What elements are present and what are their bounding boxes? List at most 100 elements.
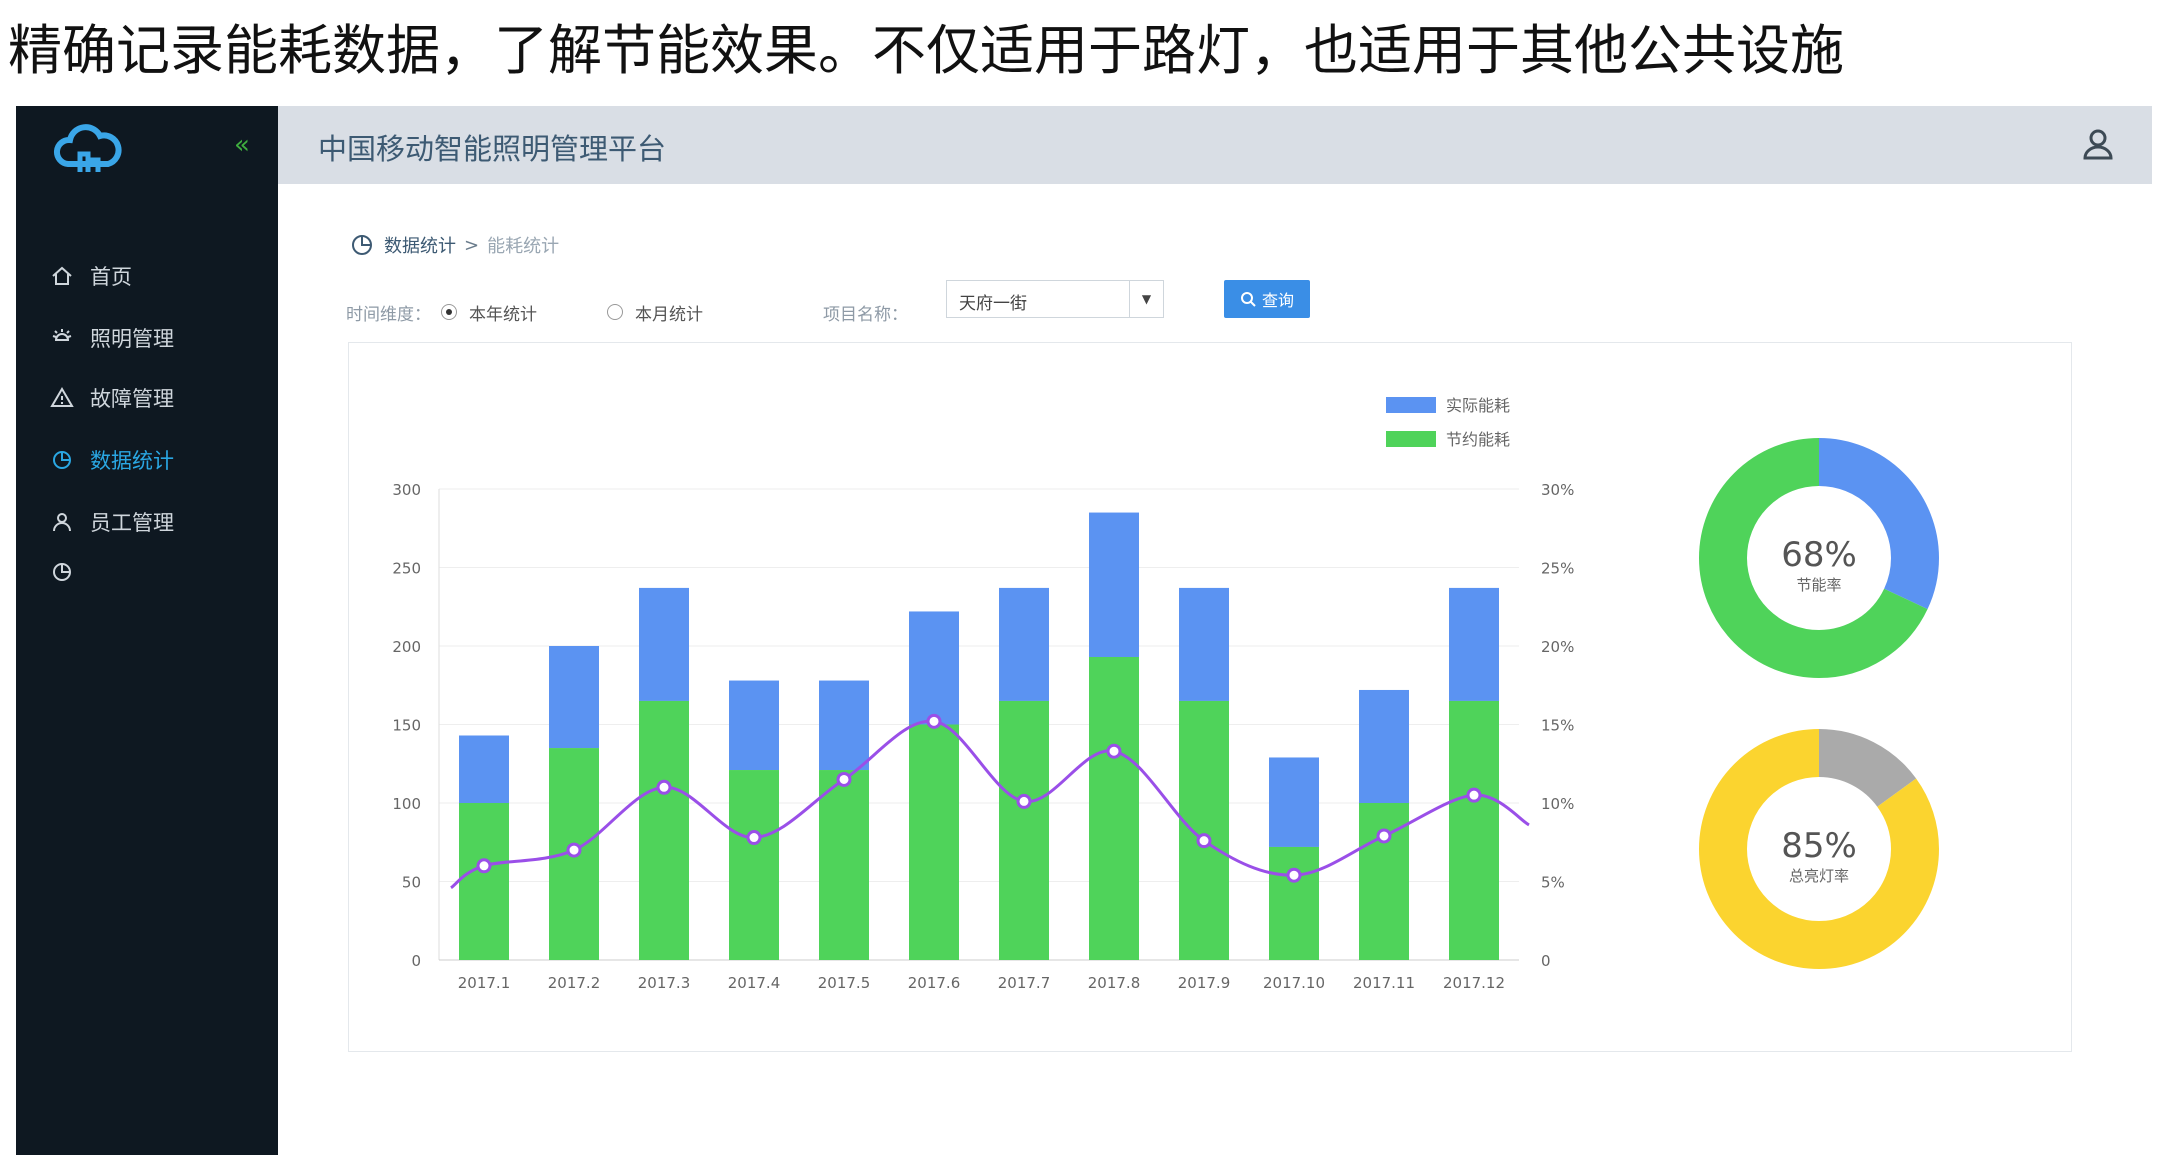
rate-point-2017.12 [1466,787,1482,803]
bar-actual-2017.3 [639,587,689,701]
sidebar-item-label: 故障管理 [90,387,174,411]
x-tick-label: 2017.8 [1088,974,1141,992]
sidebar-item-home[interactable]: 首页 [48,256,132,296]
radio-dot [607,304,623,320]
page-title: 中国移动智能照明管理平台 [318,132,667,166]
y-tick-label: 250 [392,560,421,578]
bar-actual-2017.12 [1449,587,1499,701]
header-bar: 中国移动智能照明管理平台 [278,106,2152,184]
filter-bar: 时间维度： 本年统计 本月统计 项目名称： [346,292,908,332]
account-icon[interactable] [2080,126,2116,162]
breadcrumb-current: 能耗统计 [487,236,560,257]
bar-actual-2017.10 [1269,757,1319,847]
x-tick-label: 2017.7 [998,974,1051,992]
sidebar-item-label: 首页 [90,265,132,289]
radio-year[interactable]: 本年统计 [441,300,537,325]
sidebar-item-faults[interactable]: 故障管理 [48,378,174,418]
sidebar-item-staff[interactable]: 员工管理 [48,502,174,542]
y2-tick-label: 5% [1541,874,1565,892]
rate-point-2017.11 [1376,828,1392,844]
rate-point-2017.1 [476,858,492,874]
x-tick-label: 2017.12 [1443,974,1505,992]
bar-saved-2017.1 [459,803,509,960]
user-icon [48,508,76,536]
legend-label-actual: 实际能耗 [1446,396,1510,415]
project-name-label: 项目名称： [823,304,908,325]
y2-tick-label: 15% [1541,717,1574,735]
lighting-rate-donut-value: 85% [1781,826,1857,866]
time-dimension-label: 时间维度： [346,304,431,325]
project-select-value: 天府一街 [959,294,1027,314]
app-window: « 首页 照明管理 故障管理 数据统计 员工管理 中国移动智能照明管理平台 数据… [16,106,2152,1155]
rate-point-2017.10 [1286,867,1302,883]
search-icon [1240,291,1256,307]
y-tick-label: 50 [402,874,421,892]
project-select[interactable]: 天府一街 ▼ [946,280,1164,318]
y-tick-label: 150 [392,717,421,735]
bar-actual-2017.9 [1179,587,1229,701]
lighting-rate-donut-label: 总亮灯率 [1789,867,1849,885]
chevron-down-icon[interactable]: ▼ [1129,281,1163,317]
bar-saved-2017.10 [1269,846,1319,960]
legend-swatch-actual [1386,397,1436,413]
radio-year-label: 本年统计 [469,304,537,325]
sidebar: « 首页 照明管理 故障管理 数据统计 员工管理 [16,106,278,1155]
y2-tick-label: 20% [1541,638,1574,656]
rate-point-2017.7 [1016,793,1032,809]
collapse-sidebar-button[interactable]: « [234,130,250,160]
energy-saving-donut-value: 68% [1781,535,1857,575]
bar-saved-2017.3 [639,700,689,960]
y-tick-label: 200 [392,638,421,656]
energy-chart: 0 50 100 150 200 250 300 0 5% 10% 15% 20% 25% 30% 2017… [392,396,1939,992]
y2-tick-label: 25% [1541,560,1574,578]
bar-actual-2017.1 [459,735,509,803]
bar-actual-2017.4 [729,680,779,771]
radio-month[interactable]: 本月统计 [607,300,703,325]
x-tick-label: 2017.6 [908,974,961,992]
pie-icon [350,233,374,257]
rate-point-2017.4 [746,830,762,846]
home-icon [48,262,76,290]
chart-panel: 0 50 100 150 200 250 300 0 5% 10% 15% 20% 25% 30% 2017… [348,342,2072,1052]
radio-month-label: 本月统计 [635,304,703,325]
breadcrumb-separator: > [464,234,480,256]
y-tick-label: 300 [392,481,421,499]
legend-label-saved: 节约能耗 [1446,430,1510,449]
breadcrumb-parent[interactable]: 数据统计 [384,232,456,258]
rate-point-2017.9 [1196,833,1212,849]
x-tick-label: 2017.1 [458,974,511,992]
bar-saved-2017.5 [819,770,869,960]
main-content: 数据统计 > 能耗统计 时间维度： 本年统计 本月统计 项目名称： 天府一街 ▼… [278,184,2152,1155]
x-tick-label: 2017.9 [1178,974,1231,992]
bar-saved-2017.12 [1449,700,1499,960]
x-tick-label: 2017.5 [818,974,871,992]
breadcrumb: 数据统计 > 能耗统计 [350,232,559,258]
y2-tick-label: 10% [1541,795,1574,813]
sidebar-item-statistics[interactable]: 数据统计 [48,440,174,480]
bar-saved-2017.7 [999,700,1049,960]
query-button[interactable]: 查询 [1224,280,1310,318]
y2-tick-label: 30% [1541,481,1574,499]
sidebar-item-lighting[interactable]: 照明管理 [48,318,174,358]
x-tick-label: 2017.11 [1353,974,1415,992]
bar-saved-2017.4 [729,770,779,960]
rate-point-2017.6 [926,713,942,729]
bar-saved-2017.8 [1089,656,1139,960]
rate-point-2017.8 [1106,743,1122,759]
radio-dot [441,304,457,320]
bar-actual-2017.5 [819,680,869,771]
cloud-logo-icon[interactable] [52,120,124,180]
bar-actual-2017.8 [1089,512,1139,657]
legend-swatch-saved [1386,431,1436,447]
caption-text: 精确记录能耗数据，了解节能效果。不仅适用于路灯，也适用于其他公共设施 [8,19,1844,82]
y-tick-label: 100 [392,795,421,813]
y-tick-label: 0 [411,952,421,970]
sidebar-item-extra[interactable] [48,552,90,592]
sidebar-item-label: 数据统计 [90,449,174,473]
query-button-label: 查询 [1261,291,1294,310]
bar-actual-2017.11 [1359,689,1409,803]
sidebar-item-label: 照明管理 [90,327,174,351]
pie-icon [48,558,76,586]
bar-saved-2017.9 [1179,700,1229,960]
bar-actual-2017.6 [909,611,959,725]
